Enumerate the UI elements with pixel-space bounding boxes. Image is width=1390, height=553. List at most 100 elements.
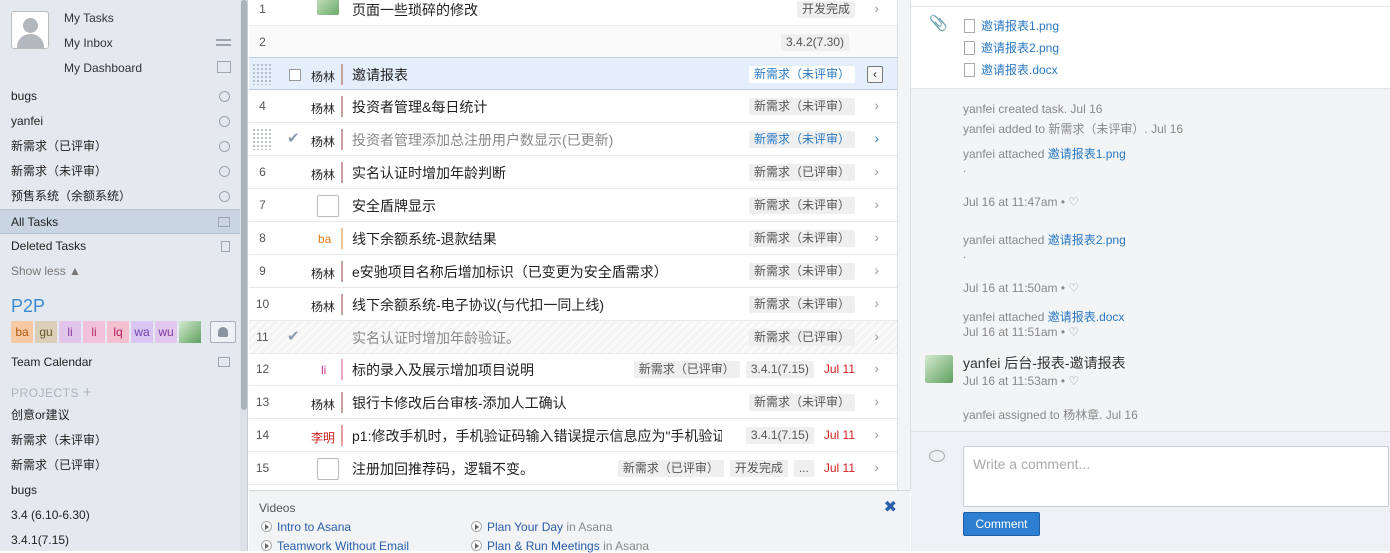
tag[interactable]: 新需求（未评审）: [748, 296, 855, 313]
task-row-selected[interactable]: 杨林 邀请报表 新需求（未评审） ‹: [249, 57, 897, 90]
saved-search-bugs[interactable]: bugs: [0, 84, 240, 109]
task-title[interactable]: 注册加回推荐码，逻辑不变。: [352, 459, 534, 479]
assignee-avatar[interactable]: [317, 0, 339, 15]
my-dashboard-link[interactable]: My Dashboard: [64, 60, 142, 85]
pane-divider[interactable]: [897, 0, 911, 490]
tag[interactable]: 3.4.1(7.15): [745, 361, 814, 378]
chevron-right-icon[interactable]: ›: [874, 360, 879, 376]
attachment-link[interactable]: 邀请报表1.png: [964, 17, 1059, 34]
task-title[interactable]: 银行卡修改后台审核-添加人工确认: [352, 393, 567, 413]
drag-handle[interactable]: [252, 63, 272, 85]
task-row[interactable]: 9 杨林 e安驰项目名称后增加标识（已变更为安全盾需求） 新需求（未评审） ›: [249, 255, 897, 288]
chevron-right-icon[interactable]: ›: [874, 97, 879, 113]
tag[interactable]: 新需求（未评审）: [748, 263, 855, 280]
tag[interactable]: 新需求（未评审）: [748, 66, 855, 83]
member-avatar-image[interactable]: [179, 321, 201, 343]
chevron-right-icon[interactable]: ›: [874, 130, 879, 146]
task-title[interactable]: 线下余额系统-退款结果: [352, 229, 497, 249]
member-avatar[interactable]: wu: [155, 321, 177, 343]
chevron-right-icon[interactable]: ›: [874, 262, 879, 278]
chevron-right-icon[interactable]: ›: [874, 163, 879, 179]
task-row[interactable]: 12 li 标的录入及展示增加项目说明 新需求（已评审） 3.4.1(7.15) J…: [249, 353, 897, 386]
chevron-right-icon[interactable]: ›: [874, 393, 879, 409]
my-tasks-link[interactable]: My Tasks: [64, 10, 142, 35]
chevron-right-icon[interactable]: ›: [874, 328, 879, 344]
tag[interactable]: 新需求（未评审）: [748, 197, 855, 214]
task-title[interactable]: 实名认证时增加年龄验证。: [352, 328, 520, 348]
project-item[interactable]: 创意or建议: [0, 403, 240, 428]
tag[interactable]: 3.4.2(7.30): [780, 34, 849, 51]
commenter-avatar[interactable]: [925, 355, 953, 383]
assignee-placeholder[interactable]: [317, 195, 339, 217]
activity-timestamp[interactable]: Jul 16 at 11:50am • ♡: [963, 281, 1079, 295]
chevron-left-icon[interactable]: ‹: [867, 66, 883, 83]
member-avatar[interactable]: lq: [107, 321, 129, 343]
checkmark-icon[interactable]: ✔: [287, 129, 300, 147]
attachment-link[interactable]: 邀请报表2.png: [1048, 233, 1126, 247]
assignee-placeholder[interactable]: [317, 458, 339, 480]
task-title[interactable]: p1:修改手机时，手机验证码输入错误提示信息应为"手机验证: [352, 426, 722, 446]
deleted-tasks-item[interactable]: Deleted Tasks: [0, 234, 240, 259]
user-avatar[interactable]: [11, 11, 49, 49]
assignee[interactable]: 杨林: [311, 265, 335, 282]
tag[interactable]: 新需求（未评审）: [748, 230, 855, 247]
attachment-link[interactable]: 邀请报表.docx: [1048, 310, 1125, 324]
task-title[interactable]: 邀请报表: [352, 65, 408, 85]
scrollbar-thumb[interactable]: [241, 0, 247, 410]
member-avatar[interactable]: gu: [35, 321, 57, 343]
due-date[interactable]: Jul 11: [824, 428, 855, 442]
comment-input[interactable]: Write a comment...: [963, 446, 1389, 507]
task-title[interactable]: e安驰项目名称后增加标识（已变更为安全盾需求）: [352, 262, 668, 282]
workspace-title[interactable]: P2P: [11, 296, 45, 317]
task-title[interactable]: 页面一些琐碎的修改: [352, 0, 478, 20]
assignee[interactable]: 杨林: [311, 298, 335, 315]
task-row[interactable]: 13 杨林 银行卡修改后台审核-添加人工确认 新需求（未评审） ›: [249, 386, 897, 419]
assignee[interactable]: 杨林: [311, 68, 335, 85]
due-date[interactable]: Jul 11: [824, 362, 855, 376]
chevron-right-icon[interactable]: ›: [874, 196, 879, 212]
team-calendar-item[interactable]: Team Calendar: [0, 350, 240, 375]
task-row[interactable]: 4 杨林 投资者管理&每日统计 新需求（未评审） ›: [249, 90, 897, 123]
chevron-right-icon[interactable]: ›: [874, 0, 879, 16]
assignee[interactable]: 杨林: [311, 166, 335, 183]
task-row[interactable]: ✔ 杨林 投资者管理添加总注册用户数显示(已更新) 新需求（未评审） ›: [249, 123, 897, 156]
add-project-icon[interactable]: +: [83, 384, 92, 401]
task-row[interactable]: 8 ba 线下余额系统-退款结果 新需求（未评审） ›: [249, 222, 897, 255]
task-title[interactable]: 投资者管理&每日统计: [352, 97, 487, 117]
chevron-right-icon[interactable]: ›: [874, 295, 879, 311]
task-row[interactable]: 7 安全盾牌显示 新需求（未评审） ›: [249, 189, 897, 222]
tag[interactable]: 新需求（已评审）: [748, 329, 855, 346]
chevron-right-icon[interactable]: ›: [874, 459, 879, 475]
saved-search-yanfei[interactable]: yanfei: [0, 109, 240, 134]
close-icon[interactable]: ✖: [884, 497, 897, 517]
attachment-link[interactable]: 邀请报表.docx: [964, 61, 1058, 78]
chevron-right-icon[interactable]: ›: [874, 229, 879, 245]
member-avatar[interactable]: li: [83, 321, 105, 343]
saved-search-unreviewed[interactable]: 新需求（未评审）: [0, 159, 240, 184]
members-button[interactable]: [210, 321, 236, 343]
all-tasks-item[interactable]: All Tasks: [0, 209, 240, 234]
tag[interactable]: 开发完成: [729, 460, 788, 477]
tag[interactable]: 3.4.1(7.15): [745, 427, 814, 444]
task-row-completed[interactable]: 11 ✔ 实名认证时增加年龄验证。 新需求（已评审） ›: [249, 321, 897, 354]
tag[interactable]: 新需求（未评审）: [748, 131, 855, 148]
attachment-link[interactable]: 邀请报表2.png: [964, 39, 1059, 56]
activity-timestamp[interactable]: Jul 16 at 11:53am • ♡: [963, 374, 1079, 388]
task-title[interactable]: 线下余额系统-电子协议(与代扣一同上线): [352, 295, 604, 315]
assignee[interactable]: 李明: [311, 429, 335, 446]
tag[interactable]: 新需求（已评审）: [633, 361, 740, 378]
assignee[interactable]: ba: [318, 232, 331, 246]
tag[interactable]: 新需求（已评审）: [617, 460, 724, 477]
tag[interactable]: 新需求（已评审）: [748, 164, 855, 181]
task-checkbox[interactable]: [289, 69, 301, 81]
task-row[interactable]: 14 李明 p1:修改手机时，手机验证码输入错误提示信息应为"手机验证 3.4.…: [249, 419, 897, 452]
task-title[interactable]: 实名认证时增加年龄判断: [352, 163, 506, 183]
chevron-right-icon[interactable]: ›: [874, 426, 879, 442]
video-link[interactable]: Plan Your Day in Asana: [471, 520, 612, 534]
activity-timestamp[interactable]: Jul 16 at 11:47am • ♡: [963, 195, 1079, 209]
checkmark-icon[interactable]: ✔: [287, 327, 300, 345]
attachment-link[interactable]: 邀请报表1.png: [1048, 147, 1126, 161]
assignee[interactable]: 杨林: [311, 396, 335, 413]
tag[interactable]: 开发完成: [796, 1, 855, 18]
comment-button[interactable]: Comment: [963, 512, 1040, 536]
